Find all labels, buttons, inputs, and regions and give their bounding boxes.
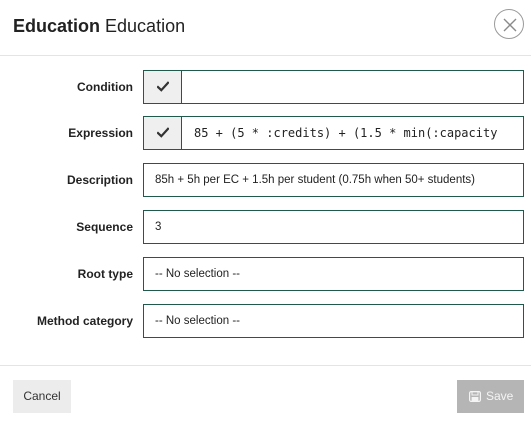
method-category-label: Method category	[36, 314, 133, 328]
checkmark-icon	[157, 81, 169, 92]
description-label: Description	[66, 173, 133, 187]
dialog-footer: Cancel Save	[0, 365, 531, 425]
close-button[interactable]	[494, 9, 524, 39]
condition-input[interactable]	[182, 71, 523, 103]
method-category-select[interactable]: -- No selection --	[143, 304, 524, 338]
dialog-title-bold: Education	[13, 16, 101, 36]
description-input[interactable]: 85h + 5h per EC + 1.5h per student (0.75…	[143, 163, 524, 197]
close-icon	[503, 18, 517, 32]
method-category-row: Method category -- No selection --	[0, 304, 531, 338]
expression-input[interactable]: 85 + (5 * :credits) + (1.5 * min(:capaci…	[182, 117, 523, 149]
root-type-label: Root type	[77, 267, 133, 281]
description-row: Description 85h + 5h per EC + 1.5h per s…	[0, 163, 531, 197]
dialog-title: Education Education	[13, 14, 185, 38]
expression-row: Expression 85 + (5 * :credits) + (1.5 * …	[0, 116, 531, 150]
sequence-label: Sequence	[76, 220, 133, 234]
save-label: Save	[486, 389, 514, 403]
root-type-row: Root type -- No selection --	[0, 257, 531, 291]
save-icon	[469, 391, 481, 402]
dialog-title-rest: Education	[105, 16, 186, 36]
cancel-button[interactable]: Cancel	[13, 380, 71, 413]
condition-check-toggle[interactable]	[144, 71, 182, 103]
dialog-header: Education Education	[0, 0, 531, 56]
save-button[interactable]: Save	[457, 380, 524, 413]
checkmark-icon	[157, 127, 169, 138]
sequence-row: Sequence 3	[0, 210, 531, 244]
condition-row: Condition	[0, 70, 531, 104]
condition-label: Condition	[77, 80, 133, 94]
expression-field[interactable]: 85 + (5 * :credits) + (1.5 * min(:capaci…	[143, 116, 524, 150]
root-type-select[interactable]: -- No selection --	[143, 257, 524, 291]
expression-check-toggle[interactable]	[144, 117, 182, 149]
sequence-input[interactable]: 3	[143, 210, 524, 244]
expression-label: Expression	[68, 126, 133, 140]
condition-field[interactable]	[143, 70, 524, 104]
